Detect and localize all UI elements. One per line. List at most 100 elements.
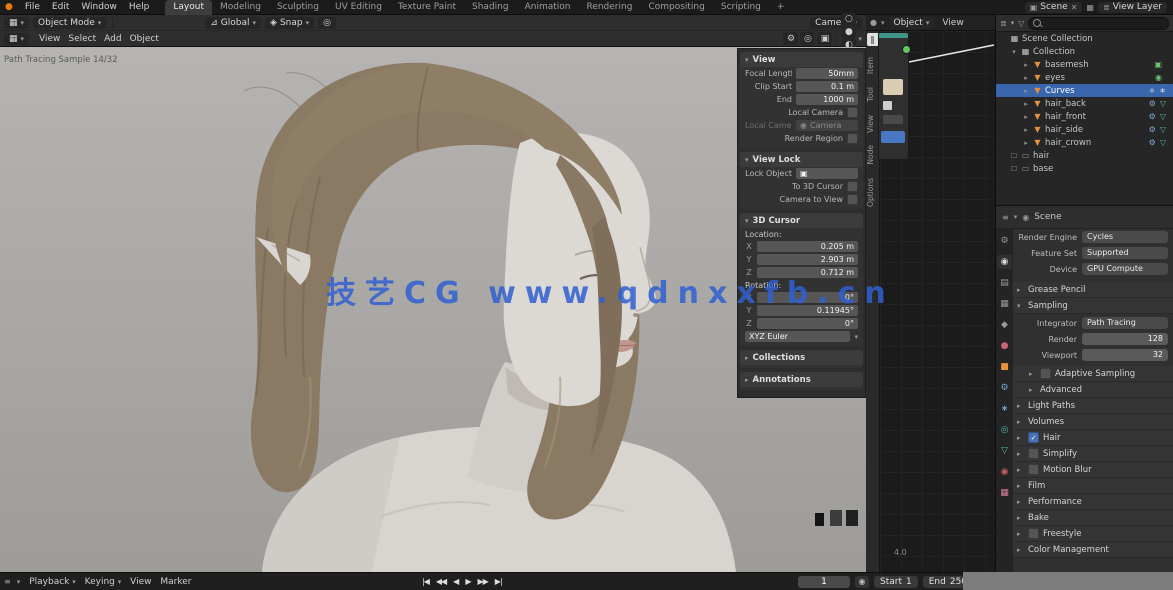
camera-object-field[interactable]: ◉ Camera [796,120,858,131]
editor-type-icon[interactable]: ≡ [4,577,11,586]
local-camera-checkbox[interactable] [847,107,858,118]
shading-mode-button[interactable]: ○ [841,13,856,26]
snap-dropdown[interactable]: ◈ Snap▾ [265,17,314,29]
panel-checkbox[interactable] [1028,464,1039,475]
expander-icon[interactable]: ▸ [1022,100,1030,108]
device-dropdown[interactable]: GPU Compute [1082,263,1168,275]
scene-selector[interactable]: ▣ Scene ✕ [1025,2,1083,13]
properties-tab[interactable]: ⚙ [997,381,1012,395]
collapsed-panel[interactable]: ▸ Adaptive Sampling [1013,366,1173,382]
collapsed-panel[interactable]: ▸ Hair [1013,430,1173,446]
viewport-menu[interactable]: Add [100,34,125,44]
properties-tab[interactable]: ◉ [997,465,1012,479]
properties-tab[interactable]: ◎ [997,423,1012,437]
integrator-dropdown[interactable]: Path Tracing [1082,317,1168,329]
outliner-row[interactable]: ▸ ▼ eyes ◉ [996,71,1173,84]
panel-checkbox[interactable] [1028,528,1039,539]
outliner-row[interactable]: ☐ ▭ hair [996,149,1173,162]
view-panel-header[interactable]: ▾ View [740,52,863,67]
feature-set-dropdown[interactable]: Supported [1082,247,1168,259]
node-view-menu[interactable]: View [938,18,967,28]
sampling-panel[interactable]: ▾ Sampling [1013,298,1173,314]
lock-object-field[interactable]: ▣ [796,168,858,179]
cursor-rotation-field[interactable]: 0° [757,318,858,329]
workspace-tab[interactable]: Texture Paint [390,0,464,15]
sidebar-tab[interactable]: Node [866,145,875,165]
outliner-row[interactable]: ▸ ▼ basemesh ▣ [996,58,1173,71]
filter-icon[interactable]: ▽ [1018,19,1024,28]
properties-tab[interactable]: ∗ [997,402,1012,416]
outliner-row[interactable]: ☐ ▭ base [996,162,1173,175]
badge-icon[interactable]: ▽ [1160,99,1166,108]
collapsed-panel[interactable]: ▸ Freestyle [1013,526,1173,542]
timeline-menu[interactable]: Playback ▾ [26,577,79,587]
node-output-socket[interactable] [902,45,911,54]
viewport-menu[interactable]: Object [126,34,163,44]
lock-to-cursor-checkbox[interactable] [847,181,858,192]
badge-icon[interactable]: ▽ [1160,112,1166,121]
badge-icon[interactable]: ◉ [1155,73,1162,82]
node-blue-button[interactable] [881,131,905,143]
panel-checkbox[interactable] [1028,448,1039,459]
properties-tab[interactable]: ▦ [997,297,1012,311]
collapsed-panel[interactable]: ▸ Bake [1013,510,1173,526]
viewport-menu[interactable]: Select [64,34,100,44]
frame-start-field[interactable]: Start1 [874,576,918,588]
node-mini-widget[interactable] [883,101,892,110]
workspace-tab[interactable]: Compositing [640,0,712,15]
badge-icon[interactable]: ⚙ [1149,112,1156,121]
view-layer-selector[interactable]: ≣ View Layer [1098,2,1167,13]
expander-icon[interactable]: ▸ [1022,61,1030,69]
cursor-rotation-field[interactable]: 0.11945° [757,305,858,316]
badge-icon[interactable]: ∗ [1149,86,1156,95]
collections-panel-header[interactable]: ▸ Collections [740,350,863,365]
sidebar-tab[interactable]: Item [866,57,875,74]
outliner-search-input[interactable] [1044,18,1164,29]
collapsed-panel[interactable]: ▸ Simplify [1013,446,1173,462]
collapsed-panel[interactable]: ▸ Color Management [1013,542,1173,558]
properties-tab[interactable]: ■ [997,360,1012,374]
blender-logo-icon[interactable]: ● [5,2,13,12]
editor-type-icon[interactable]: ≡ [1002,213,1009,222]
properties-tab[interactable]: ⚙ [997,234,1012,248]
properties-tab[interactable]: ● [997,339,1012,353]
viewport-samples-field[interactable]: 32 [1082,349,1168,361]
workspace-tab[interactable]: Shading [464,0,517,15]
workspace-tab[interactable]: Rendering [578,0,640,15]
timeline-menu[interactable]: View [124,577,157,587]
expander-icon[interactable]: ▸ [1022,139,1030,147]
outliner-row[interactable]: ▸ ▼ hair_crown ⚙ ▽ [996,136,1173,149]
cursor-location-field[interactable]: 0.205 m [757,241,858,252]
topbar-menu[interactable]: File [19,2,46,12]
badge-icon[interactable]: ▽ [1160,125,1166,134]
timeline-menu[interactable]: Keying ▾ [79,577,125,587]
properties-tab[interactable]: ◆ [997,318,1012,332]
badge-icon[interactable]: ▣ [1154,60,1162,69]
color-swatch[interactable] [883,79,903,95]
overlays-dropdown[interactable]: ◎ [800,32,815,45]
auto-key-button[interactable]: ◉ [855,576,869,588]
expander-icon[interactable]: ▾ [1010,48,1018,56]
expander-icon[interactable]: ▸ [1022,113,1030,121]
unlink-icon[interactable]: ✕ [1071,3,1078,12]
collapsed-panel[interactable]: ▸ Film [1013,478,1173,494]
transport-button[interactable]: ◀ [451,576,460,587]
workspace-tab[interactable]: Animation [517,0,579,15]
expander-icon[interactable]: ▸ [1022,74,1030,82]
shading-mode-button[interactable]: ● [841,26,856,39]
properties-tab[interactable]: ◉ [997,255,1012,269]
outliner-row[interactable]: ▾ ▦ Collection [996,45,1173,58]
expander-icon[interactable]: ▸ [1022,87,1030,95]
render-samples-field[interactable]: 128 [1082,333,1168,345]
transport-button[interactable]: ▶| [493,576,504,587]
properties-tab[interactable]: ▤ [997,276,1012,290]
outliner-search[interactable] [1028,17,1169,30]
shader-type-dropdown[interactable]: Object▾ [889,17,935,29]
workspace-tab[interactable]: UV Editing [327,0,390,15]
topbar-menu[interactable]: Help [123,2,156,12]
badge-icon[interactable]: ⚙ [1149,138,1156,147]
collapsed-panel[interactable]: ▸ Motion Blur [1013,462,1173,478]
viewport-menu[interactable]: View [35,34,64,44]
panel-checkbox[interactable] [1028,432,1039,443]
transport-button[interactable]: ▶ [463,576,472,587]
